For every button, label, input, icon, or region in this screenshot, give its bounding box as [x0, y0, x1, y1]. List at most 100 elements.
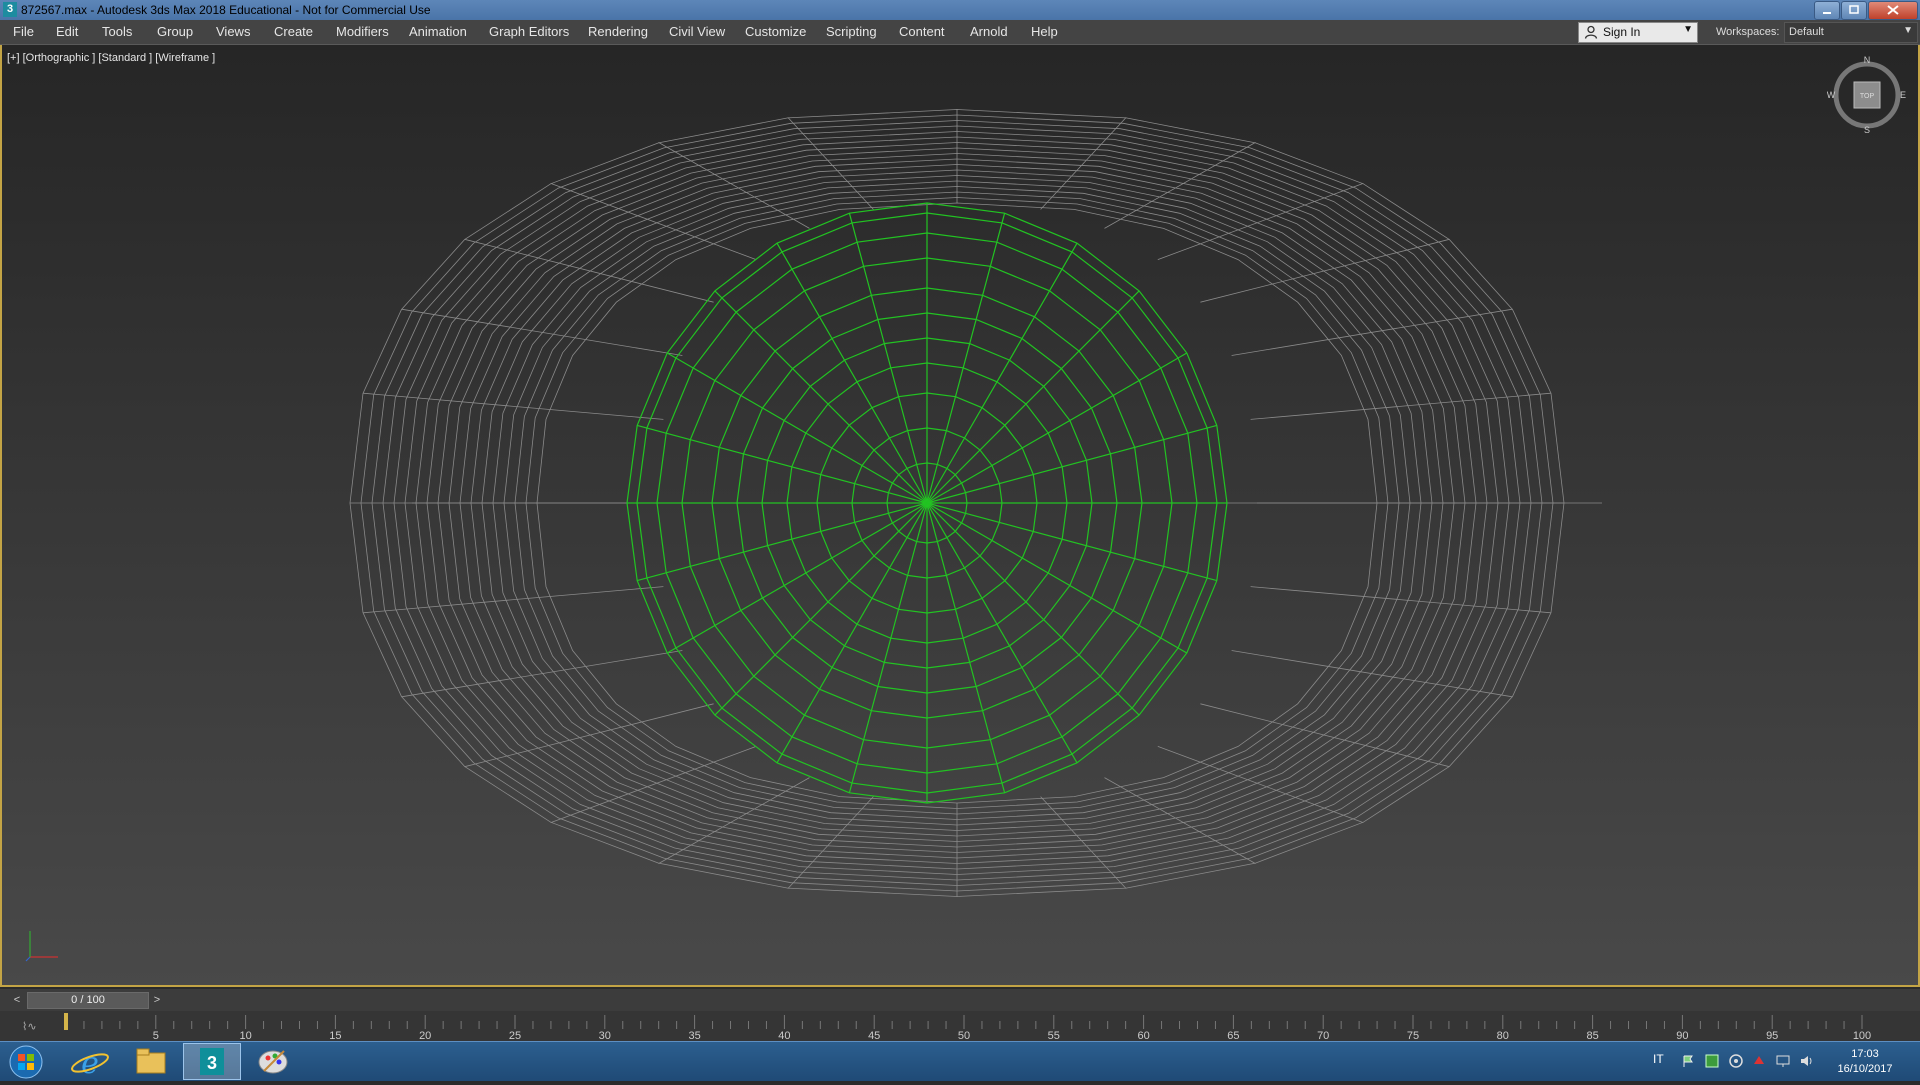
timeline-tick-label: 95 [1766, 1030, 1778, 1041]
grey-wire-spoke [1104, 142, 1256, 229]
next-frame-button[interactable]: > [150, 993, 164, 1007]
timeline-tick-label: 65 [1227, 1030, 1239, 1041]
grey-wire-spoke [362, 586, 664, 614]
update-icon[interactable] [1705, 1054, 1719, 1068]
timeline-tick-label: 5 [153, 1030, 159, 1041]
menu-file[interactable]: File [13, 24, 34, 39]
green-wire-spoke [926, 502, 1078, 764]
start-orb-icon[interactable] [0, 1043, 52, 1080]
language-indicator[interactable]: IT [1653, 1052, 1664, 1066]
grey-wire-spoke [1250, 392, 1552, 420]
grey-wire-spoke [1250, 586, 1552, 614]
time-slider-thumb[interactable]: 0 / 100 [27, 992, 149, 1009]
green-wire-spoke [926, 502, 1188, 654]
green-wire-spoke [926, 290, 1140, 504]
svg-text:e: e [81, 1046, 99, 1080]
menu-scripting[interactable]: Scripting [826, 24, 877, 39]
green-wire-spoke [926, 424, 1217, 504]
green-wire-spoke [926, 352, 1188, 504]
timeline-tick-label: 75 [1407, 1030, 1419, 1041]
green-wire-spoke [776, 242, 928, 504]
timeline-tick-label: 35 [688, 1030, 700, 1041]
clock-time: 17:03 [1851, 1048, 1879, 1060]
compass-north-label: N [1864, 55, 1871, 65]
alert-icon[interactable] [1752, 1054, 1766, 1068]
title-bar: 3 872567.max - Autodesk 3ds Max 2018 Edu… [0, 0, 1920, 20]
grey-wire-spoke [464, 238, 714, 303]
flag-icon[interactable] [1681, 1054, 1695, 1068]
viewcube-top-label: TOP [1860, 93, 1875, 100]
system-clock[interactable]: 17:03 16/10/2017 [1830, 1047, 1900, 1077]
menu-arnold[interactable]: Arnold [970, 24, 1008, 39]
menu-edit[interactable]: Edit [56, 24, 78, 39]
green-wire-spoke [637, 424, 928, 504]
green-wire-spoke [848, 502, 928, 793]
workspace-value: Default [1789, 26, 1824, 38]
menu-views[interactable]: Views [216, 24, 250, 39]
grey-wire-spoke [1200, 703, 1450, 768]
menu-tools[interactable]: Tools [102, 24, 132, 39]
green-wire-spoke [926, 242, 1078, 504]
timeline-tick-label: 25 [509, 1030, 521, 1041]
minimize-icon[interactable] [1814, 1, 1840, 20]
internet-explorer-icon[interactable]: e [61, 1043, 119, 1081]
track-bar[interactable]: 5 10 15 20 25 30 35 40 45 50 55 60 65 70 75 80 85 90 95 100… [0, 1011, 1920, 1041]
track-bar-ruler[interactable]: 5 10 15 20 25 30 35 40 45 50 55 60 65 70 75 80 85 90 95 100 [0, 1011, 1920, 1041]
timeline-tick-label: 50 [958, 1030, 970, 1041]
green-wire-spoke [776, 502, 928, 764]
3ds-max-icon[interactable]: 3 [183, 1043, 241, 1080]
green-wire-spoke [666, 502, 928, 654]
window-title: 872567.max - Autodesk 3ds Max 2018 Educa… [21, 3, 431, 17]
wireframe-model[interactable] [2, 45, 1918, 985]
green-wire-spoke [926, 213, 1006, 504]
menu-rendering[interactable]: Rendering [588, 24, 648, 39]
menu-customize[interactable]: Customize [745, 24, 806, 39]
menu-bar: File Edit Tools Group Views Create Modif… [0, 20, 1920, 45]
timeline-tick-label: 90 [1676, 1030, 1688, 1041]
timeline-tick-label: 15 [329, 1030, 341, 1041]
viewport-perspective[interactable]: [+] [Orthographic ] [Standard ] [Wirefra… [0, 45, 1920, 987]
timeline-tick-label: 55 [1048, 1030, 1060, 1041]
monitor-icon[interactable] [1776, 1054, 1790, 1068]
file-explorer-icon[interactable] [122, 1043, 180, 1080]
compass-west-label: W [1827, 90, 1836, 100]
grey-wire-spoke [362, 392, 664, 420]
app-icon[interactable]: 3 [3, 2, 17, 17]
volume-icon[interactable] [1800, 1054, 1814, 1068]
close-icon[interactable] [1868, 1, 1918, 20]
network-status-icon[interactable] [1729, 1054, 1743, 1068]
prev-frame-button[interactable]: < [10, 993, 24, 1007]
grey-wire-spoke [1200, 238, 1450, 303]
workspaces-label: Workspaces: [1716, 26, 1780, 38]
timeline-tick-label: 60 [1137, 1030, 1149, 1041]
menu-graph-editors[interactable]: Graph Editors [489, 24, 569, 39]
grey-wire-spoke [1104, 777, 1256, 864]
current-frame-marker[interactable] [64, 1013, 68, 1030]
workspaces-dropdown[interactable]: Default ▼ [1784, 22, 1918, 43]
green-wire-spoke [714, 290, 928, 504]
compass-east-label: E [1900, 90, 1906, 100]
time-slider[interactable]: < 0 / 100 > [0, 989, 1920, 1011]
maximize-icon[interactable] [1841, 1, 1867, 20]
sign-in-button[interactable]: Sign In ▼ [1578, 22, 1698, 43]
green-wire-spoke [848, 213, 928, 504]
timeline-tick-label: 20 [419, 1030, 431, 1041]
timeline-tick-label: 45 [868, 1030, 880, 1041]
menu-content[interactable]: Content [899, 24, 945, 39]
timeline-tick-label: 80 [1497, 1030, 1509, 1041]
clock-date: 16/10/2017 [1837, 1063, 1893, 1075]
menu-help[interactable]: Help [1031, 24, 1058, 39]
green-wire-spoke [926, 502, 1217, 582]
menu-create[interactable]: Create [274, 24, 313, 39]
timeline-tick-label: 30 [599, 1030, 611, 1041]
paint-icon[interactable] [244, 1043, 302, 1080]
menu-group[interactable]: Group [157, 24, 193, 39]
viewcube-icon[interactable]: TOP N S E W [1827, 55, 1907, 135]
chevron-down-icon: ▼ [1903, 25, 1913, 36]
menu-modifiers[interactable]: Modifiers [336, 24, 389, 39]
menu-civil-view[interactable]: Civil View [669, 24, 725, 39]
menu-animation[interactable]: Animation [409, 24, 467, 39]
curve-editor-icon[interactable]: ⌇∿ [22, 1020, 37, 1033]
user-icon [1584, 25, 1598, 39]
grey-wire-spoke [464, 703, 714, 768]
